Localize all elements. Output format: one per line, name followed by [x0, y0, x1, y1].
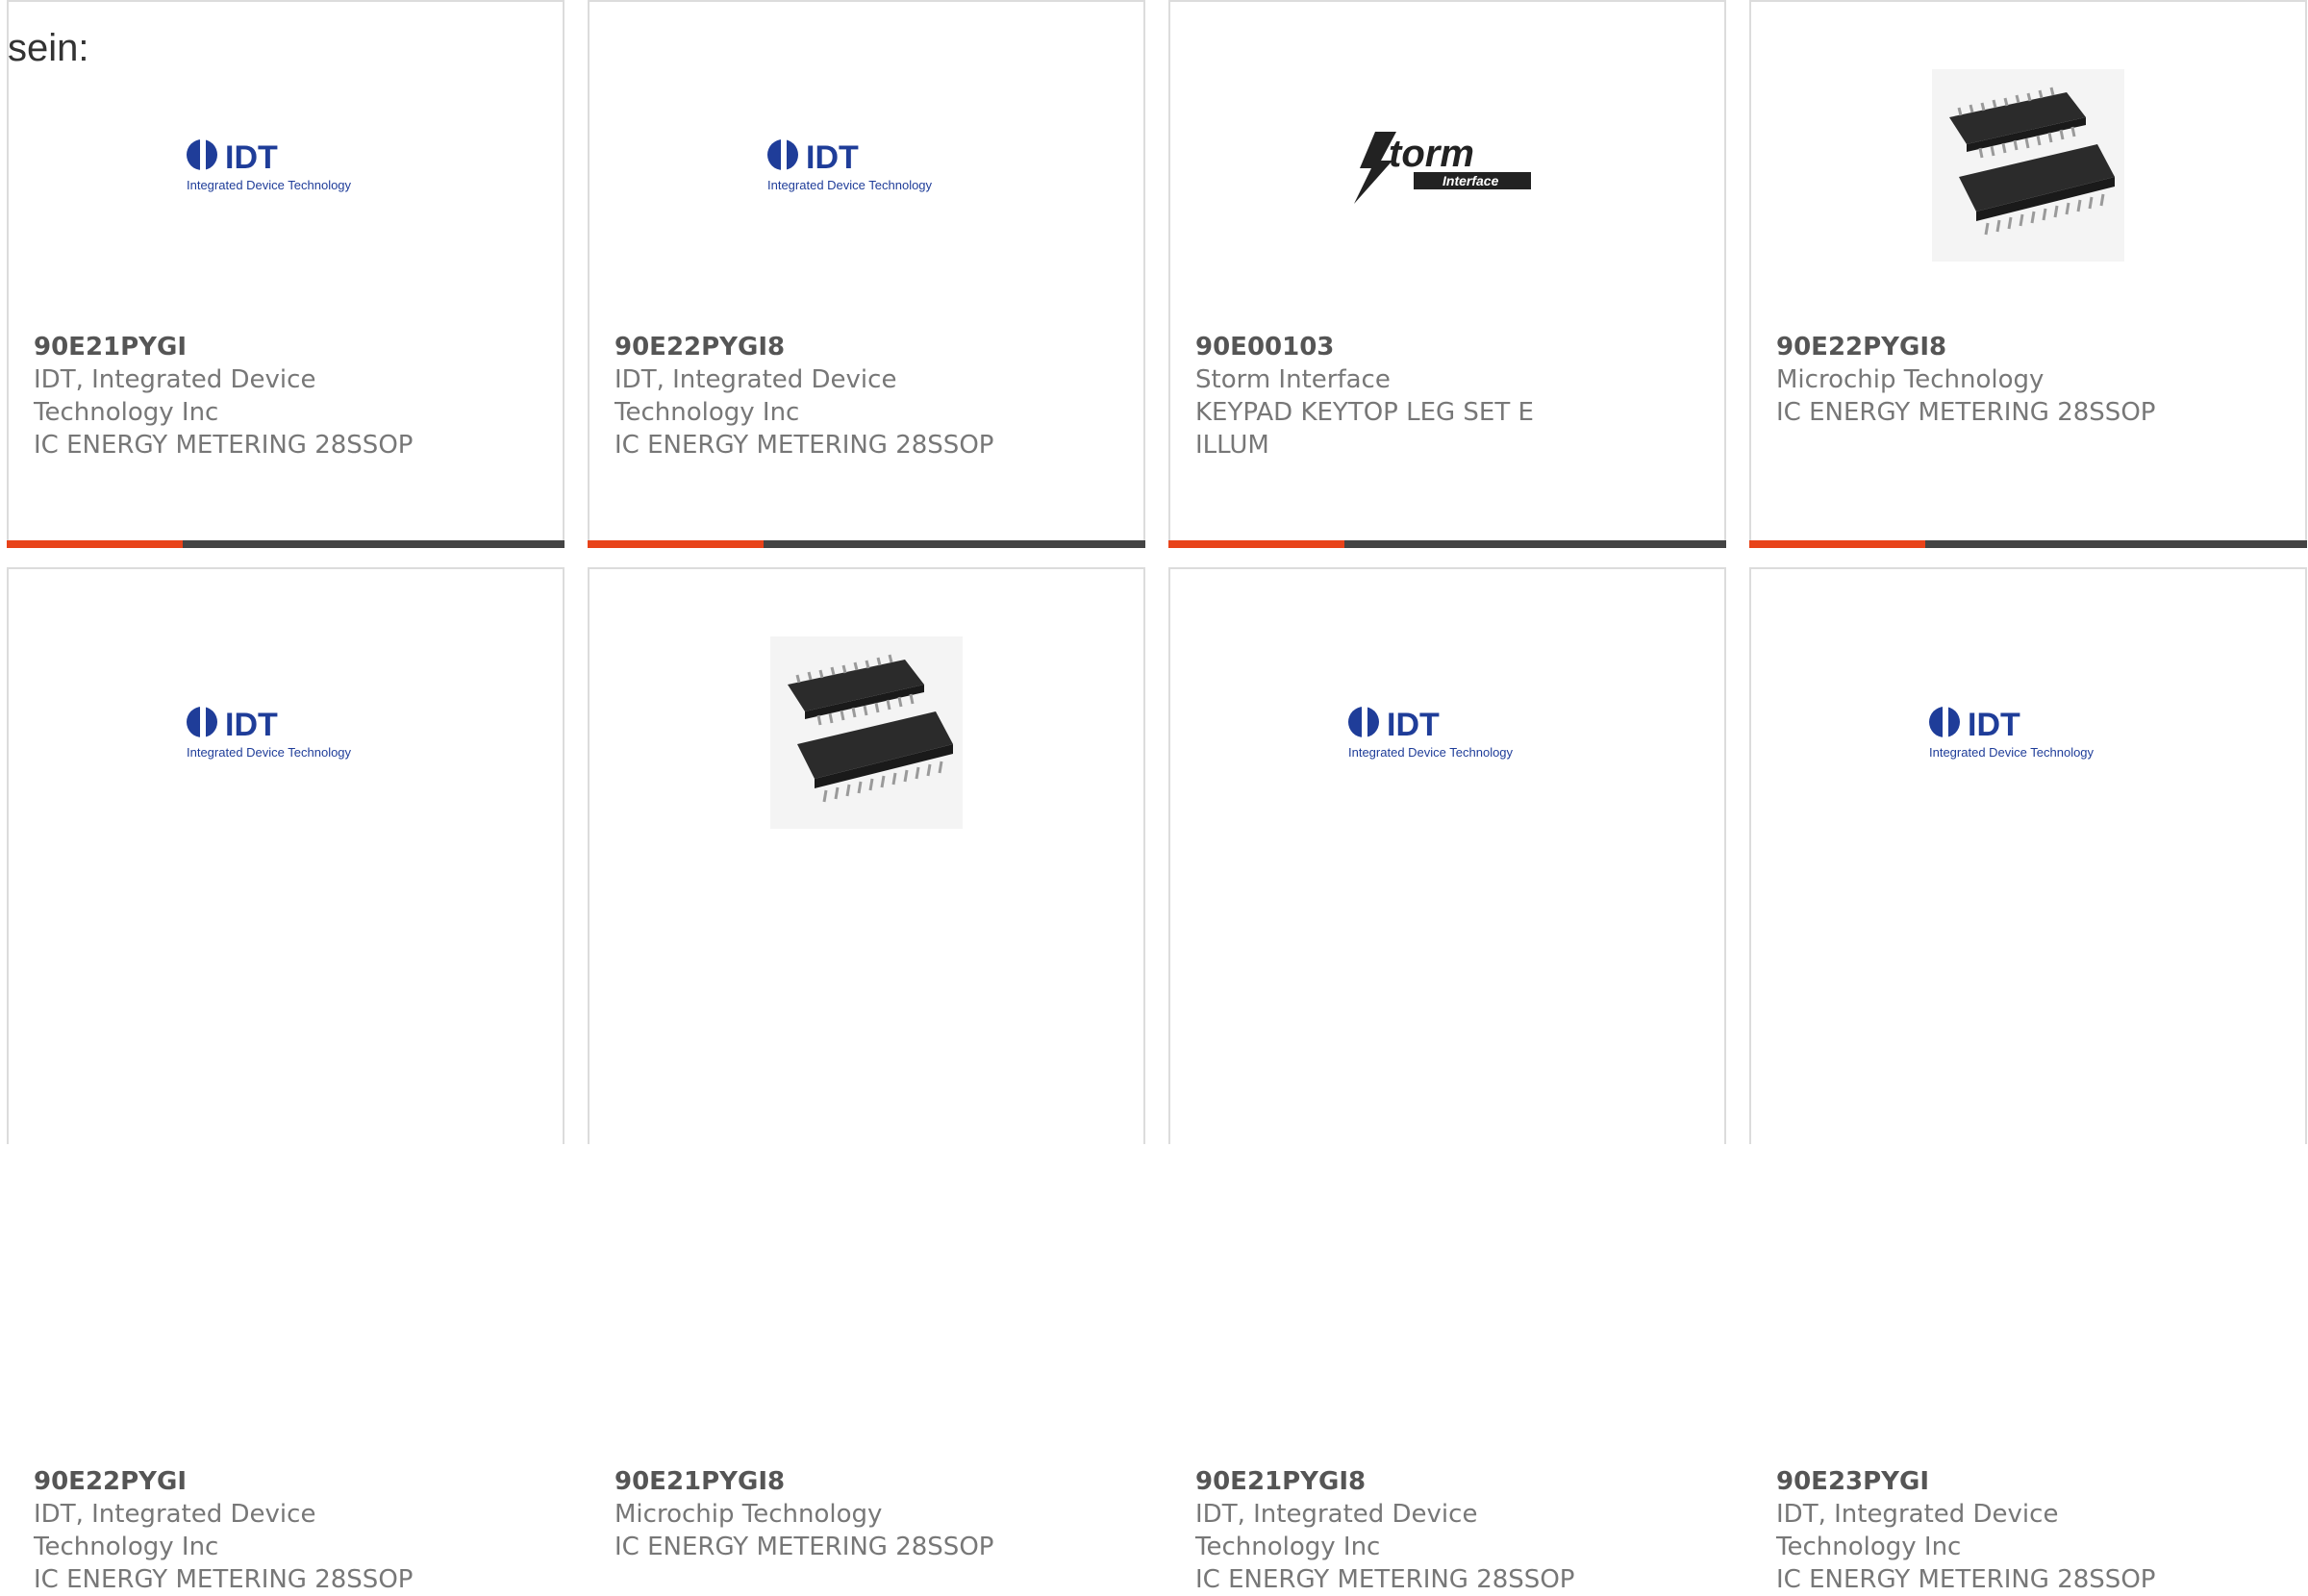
manufacturer: Microchip Technology — [615, 1500, 883, 1529]
card-progress-bar — [1749, 540, 2307, 548]
svg-text:IDT: IDT — [1968, 707, 2020, 743]
card-progress-bar — [7, 540, 564, 548]
product-image[interactable] — [1751, 60, 2305, 271]
product-info: 90E21PYGI IDT, Integrated Device Technol… — [34, 331, 438, 461]
part-number[interactable]: 90E22PYGI — [34, 1465, 438, 1498]
description: IC ENERGY METERING 28SSOP — [615, 1533, 994, 1561]
manufacturer-line-1: IDT, Integrated Device — [34, 365, 316, 394]
manufacturer-line-1: IDT, Integrated Device — [1776, 1500, 2059, 1529]
product-image[interactable] — [590, 627, 1143, 838]
card-progress-accent — [1168, 540, 1344, 548]
part-number[interactable]: 90E21PYGI — [34, 331, 438, 363]
product-card[interactable]: IDT Integrated Device Technology 90E22PY… — [588, 0, 1145, 548]
description: IC ENERGY METERING 28SSOP — [1776, 398, 2156, 427]
product-card[interactable]: IDT Integrated Device Technology 90E23PY… — [1749, 567, 2307, 1594]
part-number[interactable]: 90E21PYGI8 — [1195, 1465, 1599, 1498]
product-info: 90E22PYGI IDT, Integrated Device Technol… — [34, 1465, 438, 1596]
svg-text:Integrated Device Technology: Integrated Device Technology — [767, 178, 933, 192]
product-grid: IDT Integrated Device Technology 90E21PY… — [0, 0, 2308, 1594]
svg-text:IDT: IDT — [225, 707, 278, 743]
manufacturer: Storm Interface — [1195, 365, 1391, 394]
card-progress-bar — [588, 540, 1145, 548]
svg-text:IDT: IDT — [806, 139, 859, 176]
manufacturer-line-1: IDT, Integrated Device — [615, 365, 897, 394]
intro-text: sein: — [8, 27, 89, 69]
description: IC ENERGY METERING 28SSOP — [34, 1565, 414, 1594]
product-card[interactable]: IDT Integrated Device Technology 90E22PY… — [7, 567, 564, 1594]
product-image[interactable]: IDT Integrated Device Technology — [1751, 627, 2305, 838]
product-info: 90E22PYGI8 IDT, Integrated Device Techno… — [615, 331, 1018, 461]
product-card[interactable]: 90E22PYGI8 Microchip Technology IC ENERG… — [1749, 0, 2307, 548]
description: IC ENERGY METERING 28SSOP — [34, 431, 414, 460]
manufacturer-line-2: Technology Inc — [1195, 1533, 1381, 1561]
storm-logo: torm Interface — [1354, 132, 1531, 204]
chip-photo — [770, 636, 963, 829]
idt-logo: IDT Integrated Device Technology — [187, 137, 352, 192]
manufacturer-line-2: Technology Inc — [615, 398, 800, 427]
idt-logo: IDT Integrated Device Technology — [1929, 705, 2095, 760]
product-info: 90E22PYGI8 Microchip Technology IC ENERG… — [1776, 331, 2180, 429]
manufacturer-line-2: Technology Inc — [1776, 1533, 1962, 1561]
description-line-2: ILLUM — [1195, 431, 1269, 460]
product-image[interactable]: IDT Integrated Device Technology — [1170, 627, 1724, 838]
manufacturer-line-1: IDT, Integrated Device — [34, 1500, 316, 1529]
chip-photo — [1932, 69, 2124, 262]
svg-text:Interface: Interface — [1442, 173, 1499, 188]
product-info: 90E00103 Storm Interface KEYPAD KEYTOP L… — [1195, 331, 1599, 461]
product-info: 90E21PYGI8 IDT, Integrated Device Techno… — [1195, 1465, 1599, 1596]
card-progress-accent — [1749, 540, 1925, 548]
description-line-1: KEYPAD KEYTOP LEG SET E — [1195, 398, 1534, 427]
part-number[interactable]: 90E21PYGI8 — [615, 1465, 1018, 1498]
part-number[interactable]: 90E23PYGI — [1776, 1465, 2180, 1498]
product-info: 90E23PYGI IDT, Integrated Device Technol… — [1776, 1465, 2180, 1596]
card-progress-accent — [7, 540, 183, 548]
svg-text:IDT: IDT — [225, 139, 278, 176]
svg-text:Integrated Device Technology: Integrated Device Technology — [1348, 745, 1514, 760]
card-progress-accent — [588, 540, 764, 548]
description: IC ENERGY METERING 28SSOP — [1195, 1565, 1575, 1594]
product-card[interactable]: IDT Integrated Device Technology 90E21PY… — [1168, 567, 1726, 1594]
part-number[interactable]: 90E00103 — [1195, 331, 1599, 363]
product-card[interactable]: torm Interface 90E00103 Storm Interface … — [1168, 0, 1726, 548]
product-image[interactable]: IDT Integrated Device Technology — [9, 60, 563, 271]
svg-text:Integrated Device Technology: Integrated Device Technology — [187, 178, 352, 192]
part-number[interactable]: 90E22PYGI8 — [615, 331, 1018, 363]
product-card[interactable]: 90E21PYGI8 Microchip Technology IC ENERG… — [588, 567, 1145, 1561]
product-image[interactable]: IDT Integrated Device Technology — [590, 60, 1143, 271]
product-info: 90E21PYGI8 Microchip Technology IC ENERG… — [615, 1465, 1018, 1563]
card-progress-bar — [1168, 540, 1726, 548]
manufacturer-line-2: Technology Inc — [34, 1533, 219, 1561]
idt-logo: IDT Integrated Device Technology — [1348, 705, 1514, 760]
description: IC ENERGY METERING 28SSOP — [615, 431, 994, 460]
svg-text:IDT: IDT — [1387, 707, 1440, 743]
manufacturer-line-1: IDT, Integrated Device — [1195, 1500, 1478, 1529]
part-number[interactable]: 90E22PYGI8 — [1776, 331, 2180, 363]
product-image[interactable]: torm Interface — [1170, 60, 1724, 271]
idt-logo: IDT Integrated Device Technology — [767, 137, 933, 192]
manufacturer-line-2: Technology Inc — [34, 398, 219, 427]
product-image[interactable]: IDT Integrated Device Technology — [9, 627, 563, 838]
svg-text:Integrated Device Technology: Integrated Device Technology — [1929, 745, 2095, 760]
manufacturer: Microchip Technology — [1776, 365, 2045, 394]
svg-text:Integrated Device Technology: Integrated Device Technology — [187, 745, 352, 760]
product-card[interactable]: IDT Integrated Device Technology 90E21PY… — [7, 0, 564, 548]
svg-text:torm: torm — [1389, 133, 1474, 175]
idt-logo: IDT Integrated Device Technology — [187, 705, 352, 760]
description: IC ENERGY METERING 28SSOP — [1776, 1565, 2156, 1594]
